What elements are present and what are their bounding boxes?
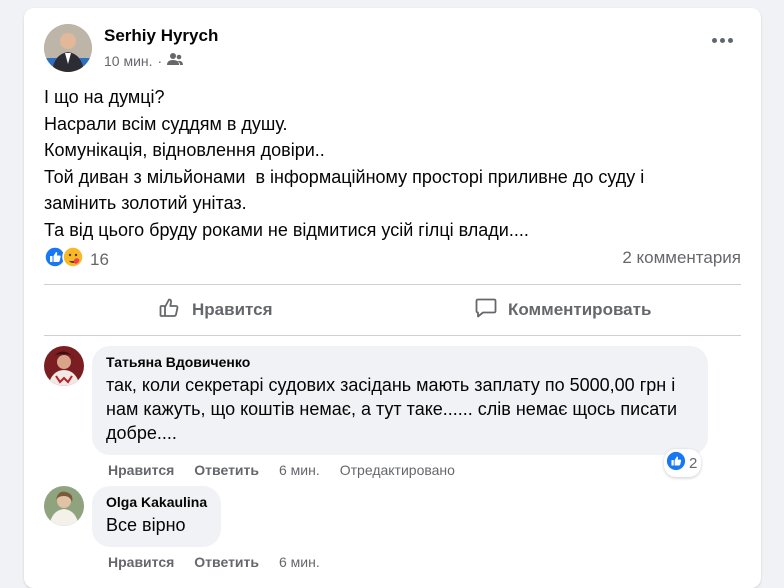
comment-reaction-count: 2 (689, 454, 698, 472)
commenter-avatar[interactable] (44, 486, 84, 526)
comment-item: Татьяна Вдовиченко так, коли секретарі с… (44, 346, 708, 455)
author-avatar[interactable] (44, 24, 92, 72)
comment-like-link[interactable]: Нравится (108, 462, 174, 478)
post-line: Насрали всім суддям в душу. (44, 113, 288, 134)
comment-time[interactable]: 6 мин. (279, 462, 320, 478)
reaction-summary[interactable]: 16 (44, 246, 109, 273)
thumbs-up-icon (158, 296, 182, 325)
comment-item: Olga Kakaulina Все вірно (44, 486, 222, 547)
post-card: Serhiy Hyrych 10 мин. · І що на думці? Н… (24, 8, 761, 588)
edited-label: Отредактировано (339, 462, 455, 478)
author-name[interactable]: Serhiy Hyrych (104, 26, 218, 46)
comment-reply-link[interactable]: Ответить (194, 462, 259, 478)
like-reaction-icon (666, 451, 686, 475)
commenter-name[interactable]: Olga Kakaulina (106, 494, 207, 510)
comment-time[interactable]: 6 мин. (279, 554, 320, 570)
like-label: Нравится (192, 300, 273, 319)
post-line: Той диван з мільйонами в інформаційному … (44, 166, 645, 187)
post-meta: 10 мин. · (104, 52, 184, 69)
comment-bubble-icon (474, 296, 498, 325)
commenter-avatar[interactable] (44, 346, 84, 386)
post-line: І що на думці? (44, 87, 165, 107)
post-line: Та від цього бруду роками не відмитися у… (44, 219, 529, 240)
comment-text: Все вірно (106, 515, 186, 535)
like-button[interactable]: Нравится (158, 295, 273, 325)
more-options-icon[interactable] (712, 38, 733, 43)
commenter-name[interactable]: Татьяна Вдовиченко (106, 354, 694, 370)
care-reaction-icon (62, 246, 84, 273)
dot-separator: · (157, 52, 163, 69)
post-text: І що на думці? Насрали всім суддям в душ… (44, 84, 734, 243)
reaction-count: 16 (90, 249, 109, 269)
comment-actions: Нравится Ответить 6 мин. (108, 554, 320, 570)
comment-bubble: Татьяна Вдовиченко так, коли секретарі с… (92, 346, 708, 455)
divider (44, 284, 741, 285)
post-time[interactable]: 10 мин. (104, 53, 153, 69)
comment-like-link[interactable]: Нравится (108, 554, 174, 570)
comment-actions: Нравится Ответить 6 мин. Отредактировано (108, 462, 455, 478)
friends-icon (167, 52, 184, 69)
comment-button[interactable]: Комментировать (474, 295, 651, 325)
comment-label: Комментировать (508, 300, 652, 319)
comment-reply-link[interactable]: Ответить (194, 554, 259, 570)
comment-reaction-badge[interactable]: 2 (664, 449, 702, 477)
comment-text: так, коли секретарі судових засідань маю… (106, 375, 683, 443)
divider (44, 335, 741, 336)
comment-bubble: Olga Kakaulina Все вірно (92, 486, 222, 547)
comment-count[interactable]: 2 комментария (622, 248, 741, 268)
post-line: замінить золотий унітаз. (44, 193, 247, 213)
post-line: Комунікація, відновлення довіри.. (44, 140, 325, 160)
